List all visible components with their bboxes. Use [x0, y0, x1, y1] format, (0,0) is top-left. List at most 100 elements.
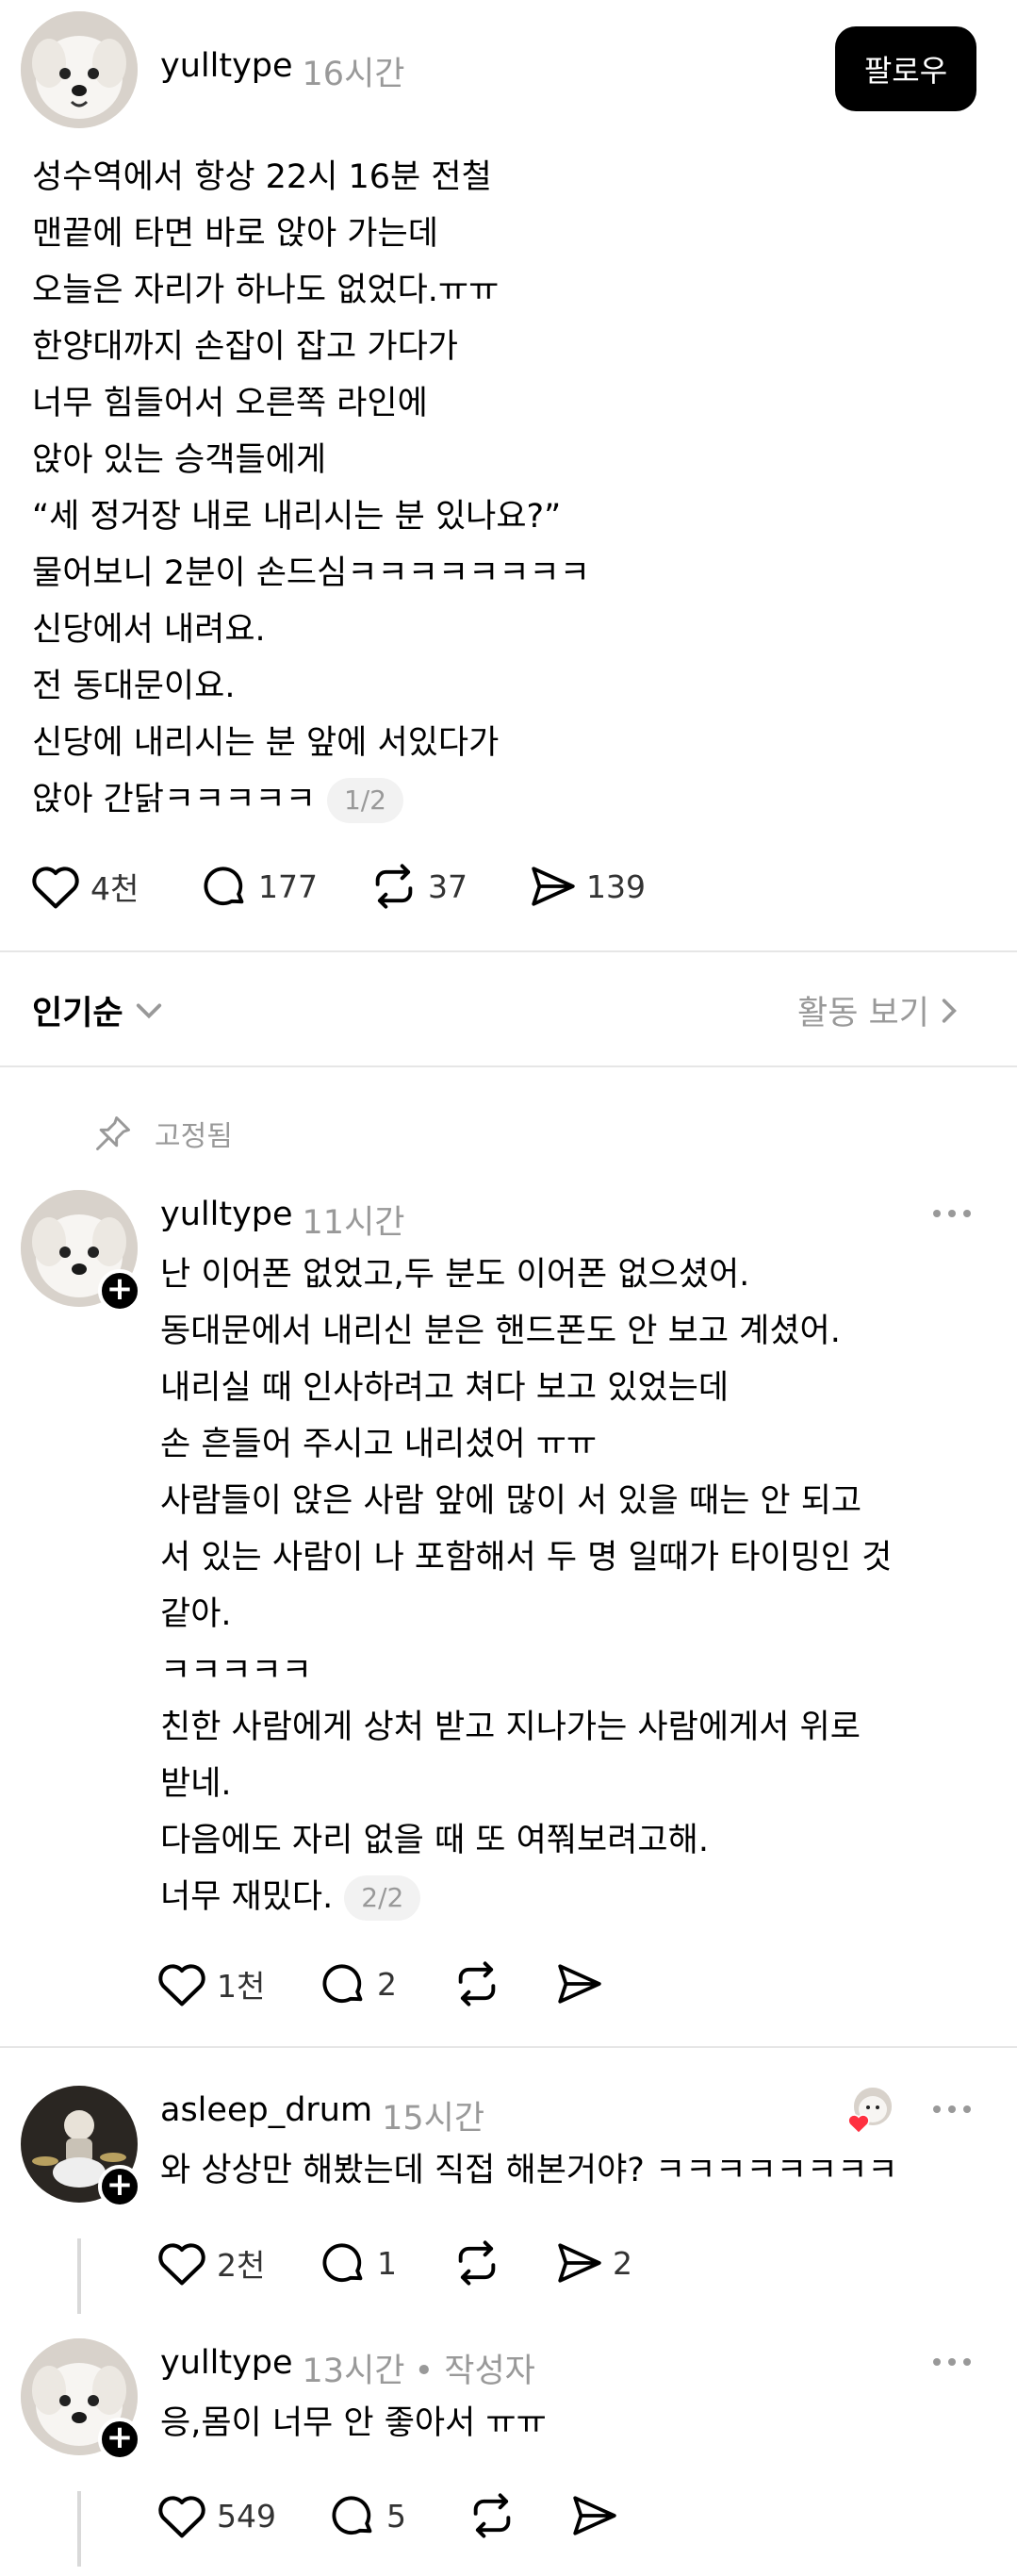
repost-icon [458, 2240, 496, 2286]
send-icon [573, 2496, 616, 2535]
follow-button[interactable]: 팔로우 [835, 26, 976, 111]
post-line: “세 정거장 내로 내리시는 분 있나요?” [32, 498, 562, 536]
reply-line: 친한 사람에게 상처 받고 지나가는 사람에게서 위로 [160, 1709, 861, 1746]
comment-button[interactable]: 2 [319, 1959, 452, 2008]
reply-time: 13시간 [302, 2353, 405, 2390]
comment-count: 177 [258, 867, 318, 905]
reply-line: 내리실 때 인사하려고 쳐다 보고 있었는데 [160, 1369, 730, 1407]
sort-dropdown[interactable]: 인기순 [32, 986, 163, 1034]
more-options-icon[interactable] [933, 2105, 971, 2113]
page-indicator: 1/2 [326, 778, 403, 823]
activity-label: 활동 보기 [797, 995, 929, 1032]
follow-plus-icon[interactable]: + [98, 2165, 141, 2208]
divider [0, 2046, 1017, 2048]
follow-plus-icon[interactable]: + [98, 2418, 141, 2461]
comment-icon [322, 1964, 363, 2004]
comment-button[interactable]: 1 [319, 2238, 452, 2287]
heart-icon [158, 2496, 205, 2538]
follow-plus-icon[interactable]: + [98, 1269, 141, 1313]
like-button[interactable]: 4천 [30, 863, 200, 910]
pinned-indicator: 고정됨 [92, 1113, 233, 1154]
reply-line: 다음에도 자리 없을 때 또 여쭤보려고해. [160, 1822, 709, 1859]
comment-icon [332, 2496, 372, 2535]
reply-time: 11시간 [302, 1204, 405, 1242]
reply-line: 받네. [160, 1765, 232, 1803]
repost-button[interactable] [452, 2238, 556, 2287]
post-line-text: 앉아 간닭ㅋㅋㅋㅋㅋ [32, 781, 316, 818]
comment-count: 1 [377, 2244, 397, 2282]
more-options-icon[interactable] [933, 2358, 971, 2366]
post-line: 맨끝에 타면 바로 앉아 가는데 [32, 215, 438, 253]
share-count: 139 [586, 867, 646, 905]
post-line: 물어보니 2분이 손드심ㅋㅋㅋㅋㅋㅋㅋㅋ [32, 554, 590, 592]
like-count: 1천 [217, 1968, 266, 2005]
reply-line: 사람들이 앉은 사람 앞에 많이 서 있을 때는 안 되고 [160, 1482, 862, 1520]
like-button[interactable]: 2천 [156, 2239, 319, 2287]
like-count: 2천 [217, 2247, 266, 2284]
reply-line: 서 있는 사람이 나 포함해서 두 명 일때가 타이밍인 것 [160, 1539, 893, 1577]
post-line: 오늘은 자리가 하나도 없었다.ㅠㅠ [32, 272, 500, 309]
post-line: 신당에서 내려요. [32, 611, 266, 649]
page-indicator: 2/2 [344, 1875, 421, 1921]
post-line: 신당에 내리시는 분 앞에 서있다가 [32, 724, 500, 762]
post-time: 16시간 [302, 56, 405, 93]
reply-username[interactable]: yulltype [160, 1196, 293, 1244]
reply-username[interactable]: asleep_drum [160, 2091, 372, 2139]
author-liked-badge [846, 2086, 894, 2135]
reply-line: 너무 재밌다. 2/2 [160, 1869, 892, 1925]
dog-avatar-icon [21, 11, 138, 128]
activity-link[interactable]: 활동 보기 [797, 986, 958, 1034]
like-count: 4천 [90, 870, 139, 907]
reply-text: 응,몸이 너무 안 좋아서 ㅠㅠ [160, 2404, 547, 2442]
send-icon [558, 1964, 601, 2004]
send-icon [558, 2243, 601, 2283]
reply-line: 난 이어폰 없었고,두 분도 이어폰 없으셨어. [160, 1256, 750, 1294]
post-line: 한양대까지 손잡이 잡고 가다가 [32, 328, 458, 366]
repost-icon [473, 2493, 511, 2538]
reply-username[interactable]: yulltype [160, 2344, 293, 2392]
share-button[interactable] [571, 2493, 628, 2538]
share-count: 2 [613, 2244, 632, 2282]
reply-body: 난 이어폰 없었고,두 분도 이어폰 없으셨어. 동대문에서 내리신 분은 핸드… [160, 1247, 892, 1925]
reply-line-text: 너무 재밌다. [160, 1878, 334, 1916]
divider [0, 950, 1017, 952]
post-body: 성수역에서 항상 22시 16분 전철 맨끝에 타면 바로 앉아 가는데 오늘은… [32, 149, 590, 828]
comment-button[interactable]: 5 [328, 2491, 467, 2540]
like-button[interactable]: 549 [156, 2492, 328, 2539]
heart-icon [158, 1964, 205, 2006]
divider [0, 1065, 1017, 1067]
comment-count: 5 [386, 2497, 406, 2535]
pin-icon [96, 1116, 130, 1150]
post-line: 앉아 있는 승객들에게 [32, 441, 327, 479]
sort-label: 인기순 [32, 995, 123, 1032]
repost-icon [458, 1961, 496, 2006]
repost-button[interactable]: 37 [369, 862, 530, 911]
reply-line: 동대문에서 내리신 분은 핸드폰도 안 보고 계셨어. [160, 1313, 841, 1350]
comment-count: 2 [377, 1965, 397, 2003]
thread-line [77, 2238, 81, 2314]
repost-count: 37 [428, 867, 467, 905]
heart-filled-icon [847, 2114, 870, 2135]
comment-button[interactable]: 177 [200, 862, 369, 911]
reply-line: 손 흔들어 주시고 내리셨어 ㅠㅠ [160, 1426, 598, 1463]
repost-button[interactable] [452, 1959, 556, 2008]
author-tag: • 작성자 [414, 2353, 535, 2390]
heart-icon [32, 867, 79, 909]
repost-button[interactable] [467, 2491, 571, 2540]
post-line: 성수역에서 항상 22시 16분 전철 [32, 158, 492, 196]
share-button[interactable]: 139 [530, 864, 690, 909]
more-options-icon[interactable] [933, 1210, 971, 1217]
chevron-down-icon [136, 1003, 161, 1018]
post-line: 전 동대문이요. [32, 668, 236, 705]
send-icon [532, 867, 575, 906]
like-button[interactable]: 1천 [156, 1960, 319, 2007]
share-button[interactable] [556, 1961, 613, 2006]
reply-line: ㅋㅋㅋㅋㅋ [160, 1652, 313, 1690]
comment-icon [322, 2243, 363, 2283]
avatar[interactable] [21, 11, 138, 128]
reply-time: 15시간 [382, 2100, 485, 2138]
share-button[interactable]: 2 [556, 2240, 632, 2286]
post-username[interactable]: yulltype [160, 47, 293, 95]
chevron-right-icon [942, 998, 957, 1023]
post-line: 앉아 간닭ㅋㅋㅋㅋㅋ 1/2 [32, 771, 590, 828]
